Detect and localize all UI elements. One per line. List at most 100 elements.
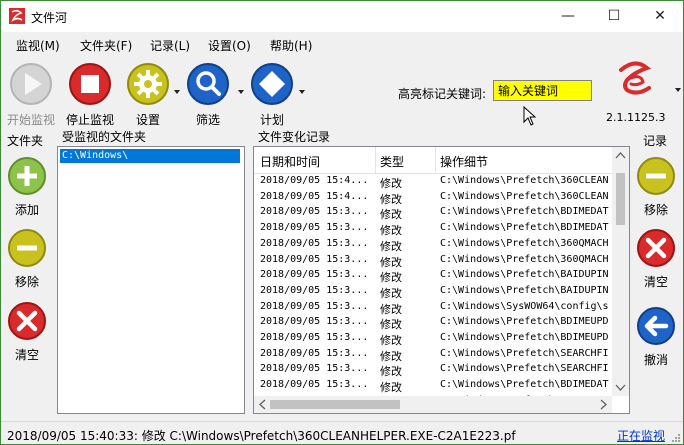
menu-folder[interactable]: 文件夹(F) — [80, 37, 132, 54]
row-datetime: 2018/09/05 15:4... — [260, 190, 369, 202]
remove-log-button[interactable]: 移除 — [634, 156, 678, 217]
table-row[interactable]: 2018/09/05 15:3... 修改 C:\Windows\Prefetch\… — [254, 237, 612, 253]
scroll-down-arrow-icon[interactable] — [612, 379, 629, 396]
menu-help[interactable]: 帮助(H) — [270, 37, 312, 54]
row-details: C:\Windows\Prefetch\360CLEAN — [440, 190, 609, 202]
monitored-folders-list[interactable]: C:\Windows\ — [57, 146, 245, 414]
column-header-datetime[interactable]: 日期和时间 — [260, 153, 320, 170]
row-details: C:\Windows\Prefetch\BDIMEUPD — [440, 332, 609, 343]
row-details: C:\Windows\Prefetch\360QMACH — [440, 253, 609, 265]
menu-log[interactable]: 记录(L) — [150, 37, 190, 54]
menu-settings[interactable]: 设置(O) — [208, 37, 251, 54]
row-details: C:\Windows\Prefetch\360QMACH — [440, 237, 609, 249]
row-type: 修改 — [380, 286, 402, 300]
scroll-right-arrow-icon[interactable] — [595, 396, 612, 413]
row-datetime: 2018/09/05 15:3... — [260, 206, 369, 218]
brand-dropdown-arrow-icon[interactable] — [675, 88, 681, 92]
table-row[interactable]: 2018/09/05 15:3... 修改 C:\Windows\Prefetch\… — [254, 315, 612, 332]
minimize-button[interactable]: — — [545, 1, 591, 32]
row-datetime: 2018/09/05 15:3... — [260, 269, 369, 281]
row-datetime: 2018/09/05 15:3... — [260, 316, 369, 328]
column-header-details[interactable]: 操作细节 — [440, 153, 488, 170]
clear-log-button[interactable]: 清空 — [634, 228, 678, 289]
table-row[interactable]: 2018/09/05 15:3... 修改 C:\Windows\Prefetch\… — [254, 221, 612, 238]
row-datetime: 2018/09/05 15:4... — [260, 175, 369, 186]
row-type: 修改 — [380, 365, 402, 379]
row-type: 修改 — [380, 192, 402, 206]
status-message: 2018/09/05 15:40:33: 修改 C:\Windows\Prefe… — [7, 429, 516, 443]
table-row[interactable]: 2018/09/05 15:3... 修改 C:\Windows\Prefetch\… — [254, 362, 612, 379]
row-details: C:\Windows\Prefetch\BDIMEUPD — [440, 316, 609, 328]
vertical-scroll-thumb[interactable] — [616, 173, 625, 225]
menu-bar: 监视(M) 文件夹(F) 记录(L) 设置(O) 帮助(H) — [1, 32, 683, 56]
x-circle-icon — [8, 302, 46, 340]
x-circle-icon — [637, 229, 675, 267]
scroll-left-arrow-icon[interactable] — [254, 396, 271, 413]
horizontal-scroll-thumb[interactable] — [270, 400, 400, 409]
version-label: 2.1.1125.3 — [606, 111, 666, 124]
table-row[interactable]: 2018/09/05 15:3... 修改 C:\Windows\Prefetch\… — [254, 268, 612, 285]
table-row[interactable]: 2018/09/05 15:3... 修改 C:\Windows\Prefetch\… — [254, 284, 612, 300]
row-type: 修改 — [380, 318, 402, 332]
monitor-state-link[interactable]: 正在监视 — [617, 427, 665, 444]
row-details: C:\Windows\Prefetch\BDIMEDAT — [440, 206, 609, 218]
minus-icon — [8, 229, 46, 267]
filter-dropdown-arrow-icon[interactable] — [238, 90, 244, 94]
row-details: C:\Windows\SysWOW64\config\s — [440, 300, 609, 312]
row-type: 修改 — [380, 255, 402, 269]
keyword-label: 高亮标记关键词: — [398, 87, 487, 101]
remove-folder-button[interactable]: 移除 — [5, 228, 49, 289]
row-details: C:\Windows\Prefetch\360CLEAN — [440, 175, 609, 186]
row-datetime: 2018/09/05 15:3... — [260, 237, 369, 249]
brand-logo-icon — [619, 61, 652, 95]
row-datetime: 2018/09/05 15:3... — [260, 253, 369, 265]
maximize-button[interactable]: ☐ — [591, 1, 637, 32]
table-row[interactable]: 2018/09/05 15:3... 修改 C:\Windows\Prefetch\… — [254, 253, 612, 269]
row-datetime: 2018/09/05 15:3... — [260, 300, 369, 312]
table-row[interactable]: 2018/09/05 15:3... 修改 C:\Windows\Prefetch\… — [254, 331, 612, 347]
plus-icon — [8, 157, 46, 195]
keyword-input[interactable] — [493, 80, 592, 101]
table-header: 日期和时间 类型 操作细节 — [254, 147, 614, 174]
horizontal-scrollbar[interactable] — [254, 396, 612, 413]
clear-folders-button[interactable]: 清空 — [5, 301, 49, 362]
folder-panel-title: 文件夹 — [7, 134, 44, 148]
add-folder-button[interactable]: 添加 — [5, 156, 49, 217]
table-row[interactable]: 2018/09/05 15:3... 修改 C:\Windows\Prefetch\… — [254, 347, 612, 363]
table-row[interactable]: 2018/09/05 15:3... 修改 C:\Windows\SysWOW64\… — [254, 300, 612, 316]
row-type: 修改 — [380, 271, 402, 285]
row-type: 修改 — [380, 381, 402, 395]
scroll-up-arrow-icon[interactable] — [612, 147, 629, 164]
settings-dropdown-arrow-icon[interactable] — [174, 90, 180, 94]
arrow-left-icon — [637, 307, 675, 345]
row-type: 修改 — [380, 334, 402, 347]
change-log-title: 文件变化记录 — [258, 130, 331, 144]
undo-button[interactable]: 撤消 — [634, 306, 678, 367]
row-details: C:\Windows\Prefetch\SEARCHFI — [440, 363, 609, 375]
search-icon — [187, 63, 229, 105]
play-icon — [10, 63, 52, 105]
table-row[interactable]: 2018/09/05 15:3... 修改 C:\Windows\Prefetch\… — [254, 378, 612, 395]
diamond-icon — [251, 63, 293, 105]
change-log-table[interactable]: 日期和时间 类型 操作细节 2018/09/05 15:4... 修改 C:\Win… — [253, 146, 630, 414]
row-details: C:\Windows\Prefetch\SEARCHFI — [440, 347, 609, 359]
row-details: C:\Windows\Prefetch\BDIMEDAT — [440, 379, 609, 391]
vertical-scrollbar[interactable] — [612, 147, 629, 396]
log-panel-title: 记录 — [643, 134, 668, 148]
resize-grip-icon[interactable] — [671, 433, 681, 443]
menu-monitor[interactable]: 监视(M) — [16, 37, 60, 54]
folder-item[interactable]: C:\Windows\ — [60, 149, 240, 163]
row-details: C:\Windows\Prefetch\BAIDUPIN — [440, 269, 609, 281]
row-type: 修改 — [380, 208, 402, 222]
row-type: 修改 — [380, 177, 402, 190]
close-window-button[interactable]: ✕ — [637, 1, 683, 32]
table-row[interactable]: 2018/09/05 15:4... 修改 C:\Windows\Prefetch\… — [254, 174, 612, 190]
column-header-type[interactable]: 类型 — [380, 153, 404, 170]
row-type: 修改 — [380, 349, 402, 363]
row-details: C:\Windows\Prefetch\BAIDUPIN — [440, 284, 609, 296]
row-details: C:\Windows\Prefetch\BDIMEDAT — [440, 222, 609, 234]
table-row[interactable]: 2018/09/05 15:3... 修改 C:\Windows\Prefetch\… — [254, 205, 612, 222]
plan-dropdown-arrow-icon[interactable] — [299, 90, 305, 94]
table-row[interactable]: 2018/09/05 15:4... 修改 C:\Windows\Prefetch\… — [254, 190, 612, 206]
row-type: 修改 — [380, 224, 402, 238]
